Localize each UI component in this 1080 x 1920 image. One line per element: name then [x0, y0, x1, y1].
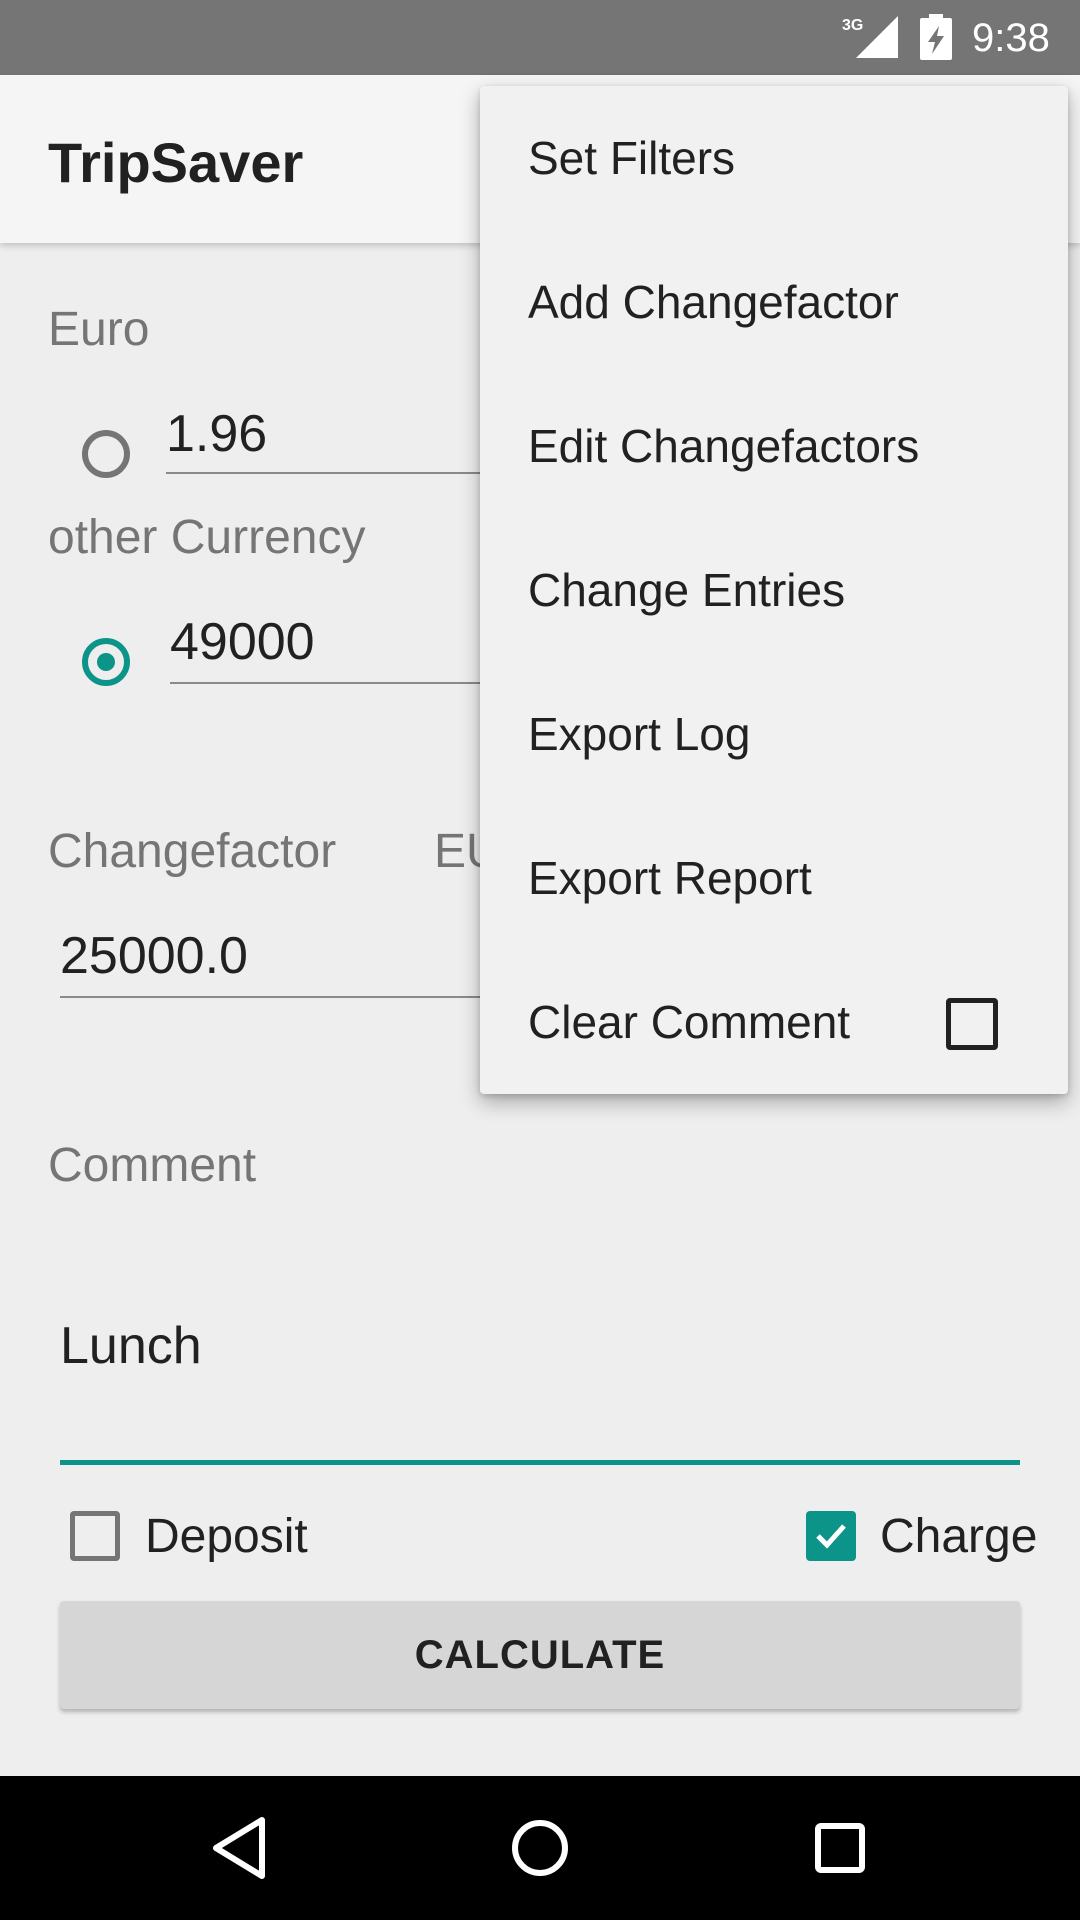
menu-item-label: Change Entries [528, 564, 846, 616]
changefactor-label: Changefactor [48, 825, 337, 878]
euro-label: Euro [48, 303, 150, 356]
app-title: TripSaver [48, 131, 304, 194]
menu-item-label: Export Report [528, 852, 812, 904]
menu-item-export-log[interactable]: Export Log [480, 662, 1068, 806]
menu-item-export-report[interactable]: Export Report [480, 806, 1068, 950]
navigation-bar [0, 1776, 1080, 1920]
cell-signal-icon: 3G [842, 16, 898, 58]
deposit-label: Deposit [145, 1510, 308, 1563]
menu-item-add-changefactor[interactable]: Add Changefactor [480, 230, 1068, 374]
menu-item-label: Set Filters [528, 132, 736, 184]
comment-input[interactable]: Lunch [60, 1316, 202, 1376]
charge-checkbox[interactable] [806, 1511, 856, 1561]
battery-charging-icon [920, 14, 952, 60]
menu-item-set-filters[interactable]: Set Filters [480, 86, 1068, 230]
menu-item-label: Edit Changefactors [528, 420, 920, 472]
menu-item-label: Clear Comment [528, 996, 851, 1048]
network-type-label: 3G [842, 17, 863, 34]
changefactor-input-underline [60, 996, 496, 998]
back-triangle-icon[interactable] [200, 1808, 280, 1888]
menu-item-label: Export Log [528, 708, 751, 760]
other-currency-radio[interactable] [82, 638, 130, 686]
euro-input-underline [166, 472, 496, 474]
clear-comment-checkbox[interactable] [946, 998, 998, 1050]
menu-item-edit-changefactors[interactable]: Edit Changefactors [480, 374, 1068, 518]
menu-item-change-entries[interactable]: Change Entries [480, 518, 1068, 662]
euro-radio[interactable] [82, 430, 130, 478]
check-icon [816, 1524, 846, 1549]
menu-item-label: Add Changefactor [528, 276, 899, 328]
overflow-menu: Set Filters Add Changefactor Edit Change… [480, 86, 1068, 1094]
recents-square-icon[interactable] [800, 1808, 880, 1888]
other-currency-input-underline [170, 682, 496, 684]
deposit-checkbox[interactable] [70, 1511, 120, 1561]
comment-input-underline [60, 1460, 1020, 1465]
status-time: 9:38 [972, 16, 1050, 60]
charge-label: Charge [880, 1510, 1038, 1563]
other-currency-label: other Currency [48, 511, 366, 564]
home-circle-icon[interactable] [500, 1808, 580, 1888]
euro-input[interactable]: 1.96 [166, 404, 267, 464]
status-bar: 3G 9:38 [0, 0, 1080, 75]
other-currency-input[interactable]: 49000 [170, 612, 315, 672]
comment-label: Comment [48, 1139, 257, 1192]
changefactor-input[interactable]: 25000.0 [60, 926, 248, 986]
menu-item-clear-comment[interactable]: Clear Comment [480, 950, 1068, 1094]
calculate-button[interactable]: CALCULATE [60, 1601, 1020, 1709]
